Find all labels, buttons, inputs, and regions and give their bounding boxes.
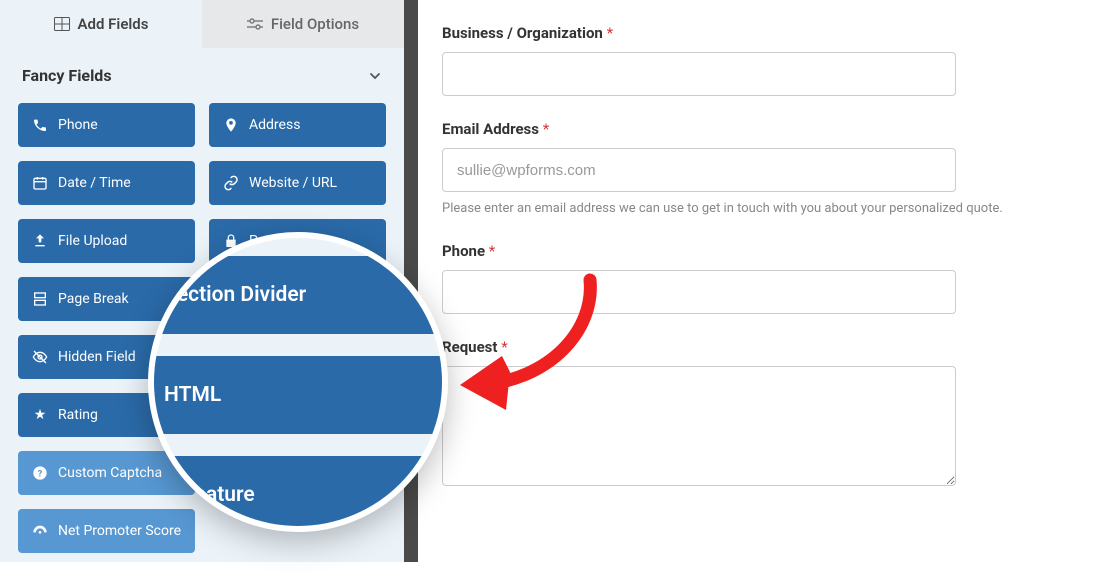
grid-icon (54, 17, 70, 31)
form-field-business: Business / Organization * (442, 24, 1094, 96)
star-icon: ★ (32, 407, 48, 423)
field-page-break[interactable]: Page Break (18, 277, 195, 321)
field-website-url[interactable]: Website / URL (209, 161, 386, 205)
required-asterisk: * (607, 24, 613, 42)
input-business[interactable] (442, 52, 956, 96)
field-html-label: HTML (249, 349, 287, 365)
tab-field-options[interactable]: Field Options (202, 0, 404, 48)
sidebar-tabs: Add Fields Field Options (0, 0, 404, 48)
page-break-icon (32, 291, 48, 307)
dashboard-icon (32, 523, 48, 539)
field-signature[interactable]: Signature (209, 393, 386, 437)
sidebar: Add Fields Field Options Fancy Fields Ph… (0, 0, 406, 562)
section-title: Fancy Fields (22, 66, 112, 85)
lock-icon (223, 233, 239, 249)
field-website-url-label: Website / URL (249, 175, 337, 191)
field-hidden-label: Hidden Field (58, 349, 136, 365)
tab-field-options-label: Field Options (271, 15, 359, 33)
required-asterisk: * (543, 120, 549, 138)
field-address[interactable]: Address (209, 103, 386, 147)
field-password-label: P (249, 233, 258, 249)
input-phone[interactable] (442, 270, 956, 314)
desc-email: Please enter an email address we can use… (442, 200, 1094, 218)
upload-icon (32, 233, 48, 249)
chevron-down-icon (368, 69, 382, 83)
field-address-label: Address (249, 117, 300, 133)
field-section-divider-label: Section Divider (249, 291, 342, 307)
form-field-email: Email Address * Please enter an email ad… (442, 120, 1094, 218)
label-email: Email Address * (442, 120, 1094, 138)
required-asterisk: * (489, 242, 495, 260)
field-rating[interactable]: ★ Rating (18, 393, 195, 437)
sliders-icon (247, 17, 263, 31)
tab-add-fields-label: Add Fields (78, 15, 149, 33)
label-phone-text: Phone (442, 242, 485, 260)
field-signature-label: Signature (249, 407, 308, 423)
section-header-fancy-fields[interactable]: Fancy Fields (0, 48, 404, 95)
field-date-time-label: Date / Time (58, 175, 131, 191)
field-rating-label: Rating (58, 407, 98, 423)
code-icon (223, 349, 239, 365)
label-business: Business / Organization * (442, 24, 1094, 42)
field-net-promoter[interactable]: Net Promoter Score (18, 509, 195, 553)
textarea-request[interactable] (442, 366, 956, 486)
eye-off-icon (32, 349, 48, 365)
field-date-time[interactable]: Date / Time (18, 161, 195, 205)
label-phone: Phone * (442, 242, 1094, 260)
field-section-divider[interactable]: Section Divider (209, 277, 386, 321)
map-pin-icon (223, 117, 239, 133)
field-hidden[interactable]: Hidden Field (18, 335, 195, 379)
label-request-text: Request (442, 338, 497, 356)
field-phone-label: Phone (58, 117, 98, 133)
pencil-icon (223, 407, 239, 423)
field-page-break-label: Page Break (58, 291, 129, 307)
field-custom-captcha-label: Custom Captcha (58, 465, 162, 481)
divider-icon (223, 291, 239, 307)
field-grid: Phone Address Date / Time Website / URL … (0, 95, 404, 573)
form-preview: Business / Organization * Email Address … (420, 0, 1116, 562)
field-html[interactable]: HTML (209, 335, 386, 379)
calendar-icon (32, 175, 48, 191)
label-business-text: Business / Organization (442, 24, 603, 42)
phone-icon (32, 117, 48, 133)
svg-text:?: ? (38, 468, 43, 479)
required-asterisk: * (501, 338, 507, 356)
field-file-upload[interactable]: File Upload (18, 219, 195, 263)
label-request: Request * (442, 338, 1094, 356)
field-password[interactable]: P (209, 219, 386, 263)
form-field-phone: Phone * (442, 242, 1094, 314)
label-email-text: Email Address (442, 120, 539, 138)
link-icon (223, 175, 239, 191)
field-net-promoter-label: Net Promoter Score (58, 523, 181, 539)
question-icon: ? (32, 465, 48, 481)
tab-add-fields[interactable]: Add Fields (0, 0, 202, 48)
input-email[interactable] (442, 148, 956, 192)
field-file-upload-label: File Upload (58, 233, 127, 249)
form-field-request: Request * (442, 338, 1094, 490)
field-phone[interactable]: Phone (18, 103, 195, 147)
field-custom-captcha[interactable]: ? Custom Captcha (18, 451, 195, 495)
